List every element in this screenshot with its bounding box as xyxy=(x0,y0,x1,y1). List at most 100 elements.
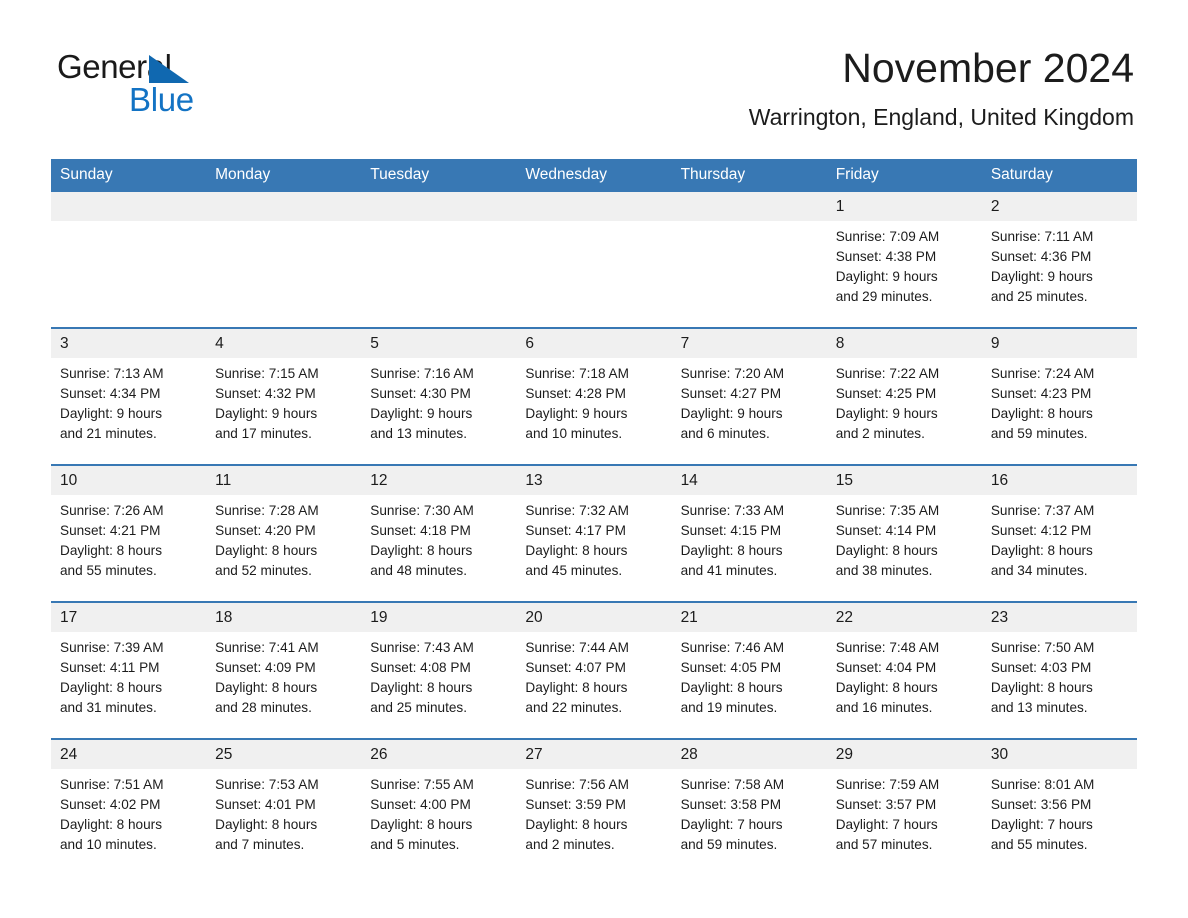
calendar-day-cell[interactable]: 19 Sunrise: 7:43 AM Sunset: 4:08 PM Dayligh… xyxy=(361,601,517,739)
day-number: 12 xyxy=(361,466,517,495)
day-details: Sunrise: 7:48 AM Sunset: 4:04 PM Daylight:… xyxy=(827,632,982,718)
calendar-day-cell[interactable]: 3 Sunrise: 7:13 AM Sunset: 4:34 PM Daylight… xyxy=(51,327,207,465)
calendar-day-cell[interactable]: 13 Sunrise: 7:32 AM Sunset: 4:17 PM Dayligh… xyxy=(516,464,672,602)
sunset-text: Sunset: 4:14 PM xyxy=(835,523,937,538)
sunset-text: Sunset: 4:15 PM xyxy=(680,523,782,538)
day-number: 24 xyxy=(51,740,207,769)
day-details: Sunrise: 7:09 AM Sunset: 4:38 PM Daylight:… xyxy=(827,221,982,307)
calendar-day-cell-empty xyxy=(671,192,827,328)
sunrise-text: Sunrise: 7:26 AM xyxy=(60,503,164,518)
day-number: 15 xyxy=(826,466,982,495)
day-number: 18 xyxy=(206,603,362,632)
calendar-day-cell[interactable]: 4 Sunrise: 7:15 AM Sunset: 4:32 PM Daylight… xyxy=(206,327,362,465)
daylight-text-line1: Daylight: 8 hours xyxy=(835,543,938,558)
sunset-text: Sunset: 4:00 PM xyxy=(370,797,471,812)
daylight-text-line2: and 16 minutes. xyxy=(835,700,933,715)
day-details: Sunrise: 7:50 AM Sunset: 4:03 PM Daylight:… xyxy=(982,632,1137,718)
sunrise-text: Sunrise: 7:18 AM xyxy=(525,366,629,381)
calendar-day-cell[interactable]: 5 Sunrise: 7:16 AM Sunset: 4:30 PM Daylight… xyxy=(361,327,517,465)
daylight-text-line1: Daylight: 9 hours xyxy=(60,406,163,421)
daylight-text-line1: Daylight: 9 hours xyxy=(525,406,628,421)
daylight-text-line2: and 7 minutes. xyxy=(215,837,305,852)
calendar-day-cell[interactable]: 20 Sunrise: 7:44 AM Sunset: 4:07 PM Dayligh… xyxy=(516,601,672,739)
weekday-header-saturday: Saturday xyxy=(981,159,1137,192)
day-details: Sunrise: 7:11 AM Sunset: 4:36 PM Daylight:… xyxy=(982,221,1137,307)
daylight-text-line2: and 59 minutes. xyxy=(990,426,1088,441)
calendar-day-cell[interactable]: 27 Sunrise: 7:56 AM Sunset: 3:59 PM Dayligh… xyxy=(516,738,672,875)
calendar-day-cell[interactable]: 10 Sunrise: 7:26 AM Sunset: 4:21 PM Dayligh… xyxy=(51,464,207,602)
sunrise-text: Sunrise: 7:59 AM xyxy=(835,777,940,792)
sunrise-text: Sunrise: 7:51 AM xyxy=(60,777,164,792)
calendar-day-cell[interactable]: 18 Sunrise: 7:41 AM Sunset: 4:09 PM Dayligh… xyxy=(206,601,362,739)
daylight-text-line2: and 21 minutes. xyxy=(60,426,157,441)
calendar-day-cell[interactable]: 2 Sunrise: 7:11 AM Sunset: 4:36 PM Daylight… xyxy=(981,192,1137,328)
sunset-text: Sunset: 4:11 PM xyxy=(60,660,160,675)
daylight-text-line1: Daylight: 8 hours xyxy=(370,543,473,558)
sunset-text: Sunset: 4:20 PM xyxy=(215,523,316,538)
day-number: 28 xyxy=(671,740,827,769)
daylight-text-line2: and 31 minutes. xyxy=(60,700,157,715)
daylight-text-line2: and 22 minutes. xyxy=(525,700,623,715)
sunrise-text: Sunrise: 7:16 AM xyxy=(370,366,474,381)
calendar-day-cell[interactable]: 16 Sunrise: 7:37 AM Sunset: 4:12 PM Dayligh… xyxy=(981,464,1137,602)
daylight-text-line2: and 52 minutes. xyxy=(215,563,312,578)
sunrise-text: Sunrise: 7:22 AM xyxy=(835,366,940,381)
daylight-text-line1: Daylight: 8 hours xyxy=(525,680,628,695)
sunrise-text: Sunrise: 7:50 AM xyxy=(990,640,1095,655)
calendar-day-cell[interactable]: 26 Sunrise: 7:55 AM Sunset: 4:00 PM Dayligh… xyxy=(361,738,517,875)
weekday-header-wednesday: Wednesday xyxy=(516,159,672,192)
weekday-header-friday: Friday xyxy=(826,159,982,192)
daylight-text-line2: and 59 minutes. xyxy=(680,837,778,852)
sunrise-text: Sunrise: 7:41 AM xyxy=(215,640,319,655)
sunrise-text: Sunrise: 8:01 AM xyxy=(990,777,1095,792)
day-details: Sunrise: 7:51 AM Sunset: 4:02 PM Daylight:… xyxy=(51,769,206,855)
day-number: 10 xyxy=(51,466,207,495)
daylight-text-line2: and 10 minutes. xyxy=(60,837,157,852)
calendar-day-cell[interactable]: 30 Sunrise: 8:01 AM Sunset: 3:56 PM Dayligh… xyxy=(981,738,1137,875)
sunset-text: Sunset: 4:32 PM xyxy=(215,386,316,401)
day-details: Sunrise: 7:16 AM Sunset: 4:30 PM Daylight:… xyxy=(361,358,516,444)
generalblue-logo[interactable]: General Blue xyxy=(57,50,317,120)
daylight-text-line2: and 13 minutes. xyxy=(370,426,468,441)
sunrise-text: Sunrise: 7:28 AM xyxy=(215,503,319,518)
daylight-text-line1: Daylight: 9 hours xyxy=(370,406,473,421)
sunset-text: Sunset: 4:03 PM xyxy=(990,660,1092,675)
daylight-text-line1: Daylight: 7 hours xyxy=(835,817,938,832)
calendar-day-cell[interactable]: 15 Sunrise: 7:35 AM Sunset: 4:14 PM Dayligh… xyxy=(826,464,982,602)
calendar-day-cell[interactable]: 29 Sunrise: 7:59 AM Sunset: 3:57 PM Dayligh… xyxy=(826,738,982,875)
calendar-day-cell[interactable]: 1 Sunrise: 7:09 AM Sunset: 4:38 PM Daylight… xyxy=(826,192,982,328)
day-details: Sunrise: 7:56 AM Sunset: 3:59 PM Daylight:… xyxy=(516,769,671,855)
day-number xyxy=(361,192,517,221)
day-details: Sunrise: 7:13 AM Sunset: 4:34 PM Daylight:… xyxy=(51,358,206,444)
calendar-day-cell[interactable]: 12 Sunrise: 7:30 AM Sunset: 4:18 PM Dayligh… xyxy=(361,464,517,602)
calendar-day-cell[interactable]: 23 Sunrise: 7:50 AM Sunset: 4:03 PM Dayligh… xyxy=(981,601,1137,739)
day-details: Sunrise: 7:41 AM Sunset: 4:09 PM Daylight:… xyxy=(206,632,361,718)
daylight-text-line1: Daylight: 8 hours xyxy=(680,543,783,558)
sunset-text: Sunset: 4:30 PM xyxy=(370,386,471,401)
daylight-text-line2: and 55 minutes. xyxy=(990,837,1088,852)
calendar-day-cell[interactable]: 14 Sunrise: 7:33 AM Sunset: 4:15 PM Dayligh… xyxy=(671,464,827,602)
daylight-text-line1: Daylight: 8 hours xyxy=(990,543,1093,558)
calendar-day-cell[interactable]: 22 Sunrise: 7:48 AM Sunset: 4:04 PM Dayligh… xyxy=(826,601,982,739)
calendar-day-cell[interactable]: 8 Sunrise: 7:22 AM Sunset: 4:25 PM Daylight… xyxy=(826,327,982,465)
calendar-day-cell[interactable]: 17 Sunrise: 7:39 AM Sunset: 4:11 PM Dayligh… xyxy=(51,601,207,739)
calendar-day-cell[interactable]: 9 Sunrise: 7:24 AM Sunset: 4:23 PM Daylight… xyxy=(981,327,1137,465)
daylight-text-line1: Daylight: 8 hours xyxy=(370,680,473,695)
day-number: 13 xyxy=(516,466,672,495)
calendar-day-cell[interactable]: 25 Sunrise: 7:53 AM Sunset: 4:01 PM Dayligh… xyxy=(206,738,362,875)
sunrise-text: Sunrise: 7:55 AM xyxy=(370,777,474,792)
daylight-text-line2: and 48 minutes. xyxy=(370,563,468,578)
calendar-day-cell[interactable]: 7 Sunrise: 7:20 AM Sunset: 4:27 PM Daylight… xyxy=(671,327,827,465)
calendar-day-cell[interactable]: 6 Sunrise: 7:18 AM Sunset: 4:28 PM Daylight… xyxy=(516,327,672,465)
sunrise-text: Sunrise: 7:53 AM xyxy=(215,777,319,792)
day-number: 27 xyxy=(516,740,672,769)
daylight-text-line1: Daylight: 7 hours xyxy=(680,817,783,832)
calendar-day-cell-empty xyxy=(51,192,207,328)
calendar-day-cell[interactable]: 24 Sunrise: 7:51 AM Sunset: 4:02 PM Dayligh… xyxy=(51,738,207,875)
sunset-text: Sunset: 3:58 PM xyxy=(680,797,782,812)
calendar-day-cell[interactable]: 28 Sunrise: 7:58 AM Sunset: 3:58 PM Dayligh… xyxy=(671,738,827,875)
sunrise-text: Sunrise: 7:11 AM xyxy=(990,229,1094,244)
calendar-day-cell[interactable]: 11 Sunrise: 7:28 AM Sunset: 4:20 PM Dayligh… xyxy=(206,464,362,602)
calendar-day-cell[interactable]: 21 Sunrise: 7:46 AM Sunset: 4:05 PM Dayligh… xyxy=(671,601,827,739)
daylight-text-line2: and 28 minutes. xyxy=(215,700,312,715)
